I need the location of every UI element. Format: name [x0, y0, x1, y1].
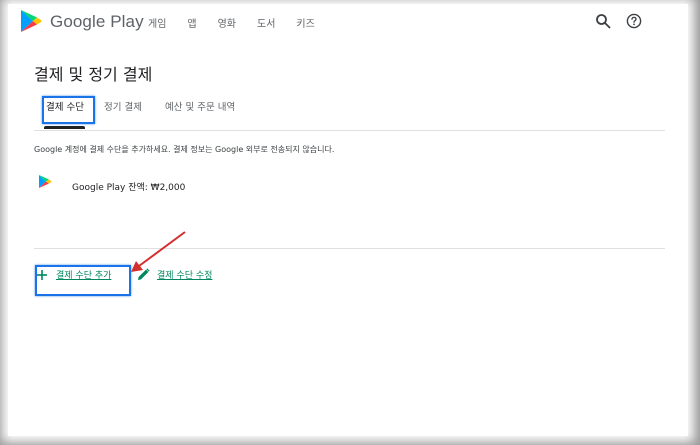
nav-apps[interactable]: 앱: [187, 15, 196, 30]
payment-description: Google 계정에 결제 수단을 추가하세요. 결제 정보는 Google 외…: [34, 145, 335, 154]
active-tab-indicator: [44, 126, 85, 129]
help-icon[interactable]: [626, 13, 642, 29]
screenshot-frame: Google Play 게임 앱 영화 도서 키즈 결제 및 정기 결제 결제 …: [0, 0, 700, 445]
tab-bar: 결제 수단 정기 결제 예산 및 주문 내역: [34, 97, 665, 131]
nav-books[interactable]: 도서: [257, 15, 275, 30]
nav-kids[interactable]: 키즈: [296, 15, 314, 30]
google-play-icon: [39, 175, 52, 188]
play-balance-label: Google Play 잔액: ₩2,000: [72, 183, 186, 193]
app-header: Google Play 게임 앱 영화 도서 키즈: [8, 4, 688, 40]
google-play-logo-icon[interactable]: [20, 9, 42, 33]
nav-movies[interactable]: 영화: [218, 15, 236, 30]
page-title: 결제 및 정기 결제: [34, 65, 153, 84]
tab-highlight-box: [42, 96, 95, 124]
page: Google Play 게임 앱 영화 도서 키즈 결제 및 정기 결제 결제 …: [8, 4, 688, 436]
search-icon[interactable]: [595, 13, 611, 29]
tabs-divider: [34, 130, 665, 131]
red-arrow-annotation: [131, 231, 186, 272]
add-button-highlight-box: [35, 265, 131, 296]
brand-name[interactable]: Google Play: [50, 12, 144, 32]
tab-budget-order-history[interactable]: 예산 및 주문 내역: [165, 99, 235, 127]
top-nav: 게임 앱 영화 도서 키즈: [148, 15, 336, 30]
tab-subscriptions[interactable]: 정기 결제: [104, 99, 142, 127]
nav-games[interactable]: 게임: [148, 15, 166, 30]
